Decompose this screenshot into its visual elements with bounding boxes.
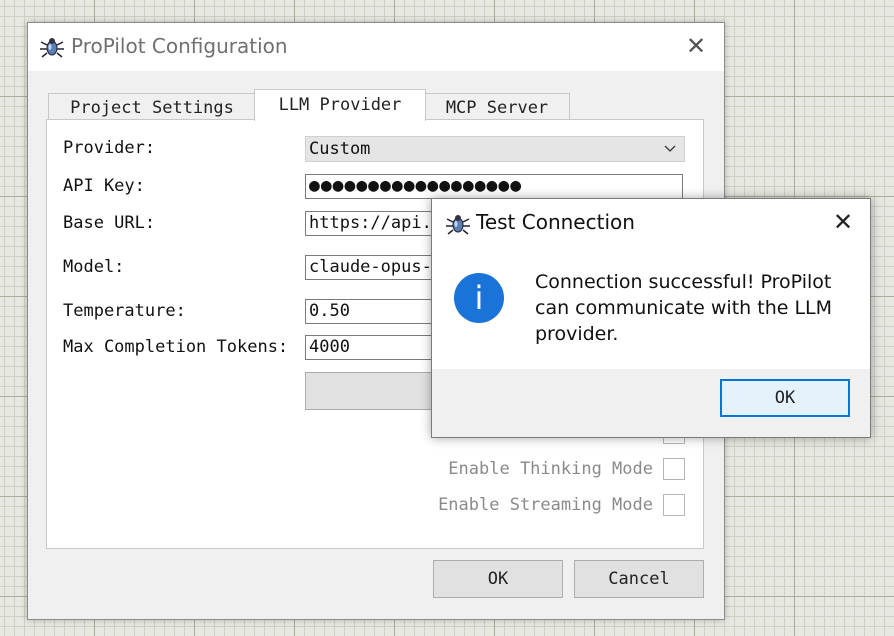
- streaming-mode-checkbox[interactable]: [663, 494, 685, 516]
- streaming-mode-label: Enable Streaming Mode: [438, 495, 653, 515]
- dialog-close-button[interactable]: ✕: [830, 209, 856, 235]
- provider-selected-value: Custom: [309, 139, 371, 159]
- dialog-message: Connection successful! ProPilot can comm…: [535, 271, 833, 345]
- thinking-mode-label: Enable Thinking Mode: [448, 459, 653, 479]
- propilot-bug-icon: [40, 38, 64, 58]
- dialog-title: Test Connection: [476, 210, 635, 234]
- api-key-field[interactable]: ●●●●●●●●●●●●●●●●●●: [305, 174, 683, 199]
- tab-llm-provider[interactable]: LLM Provider: [254, 89, 426, 121]
- thinking-mode-option[interactable]: Enable Thinking Mode: [385, 458, 685, 482]
- window-close-button[interactable]: ✕: [683, 33, 709, 59]
- max-tokens-label: Max Completion Tokens:: [63, 337, 289, 357]
- chevron-down-icon: [664, 145, 676, 152]
- dialog-content-area: Test Connection ✕ i Connection successfu…: [432, 199, 870, 369]
- ok-button[interactable]: OK: [433, 560, 563, 598]
- tab-project-settings[interactable]: Project Settings: [48, 93, 256, 120]
- svg-text:i: i: [475, 279, 484, 317]
- thinking-mode-checkbox[interactable]: [663, 458, 685, 480]
- streaming-mode-option[interactable]: Enable Streaming Mode: [385, 494, 685, 518]
- propilot-bug-icon: [446, 215, 470, 235]
- model-label: Model:: [63, 257, 125, 277]
- window-title: ProPilot Configuration: [71, 34, 288, 58]
- provider-select[interactable]: Custom: [305, 136, 685, 162]
- base-url-label: Base URL:: [63, 213, 156, 233]
- cancel-button[interactable]: Cancel: [574, 560, 704, 598]
- api-key-label: API Key:: [63, 176, 145, 196]
- window-titlebar: ProPilot Configuration ✕: [28, 23, 724, 71]
- dialog-ok-button[interactable]: OK: [720, 379, 850, 417]
- temperature-label: Temperature:: [63, 301, 186, 321]
- info-icon: i: [454, 273, 504, 323]
- provider-label: Provider:: [63, 138, 156, 158]
- tab-mcp-server[interactable]: MCP Server: [424, 93, 570, 120]
- test-connection-dialog: Test Connection ✕ i Connection successfu…: [431, 198, 871, 438]
